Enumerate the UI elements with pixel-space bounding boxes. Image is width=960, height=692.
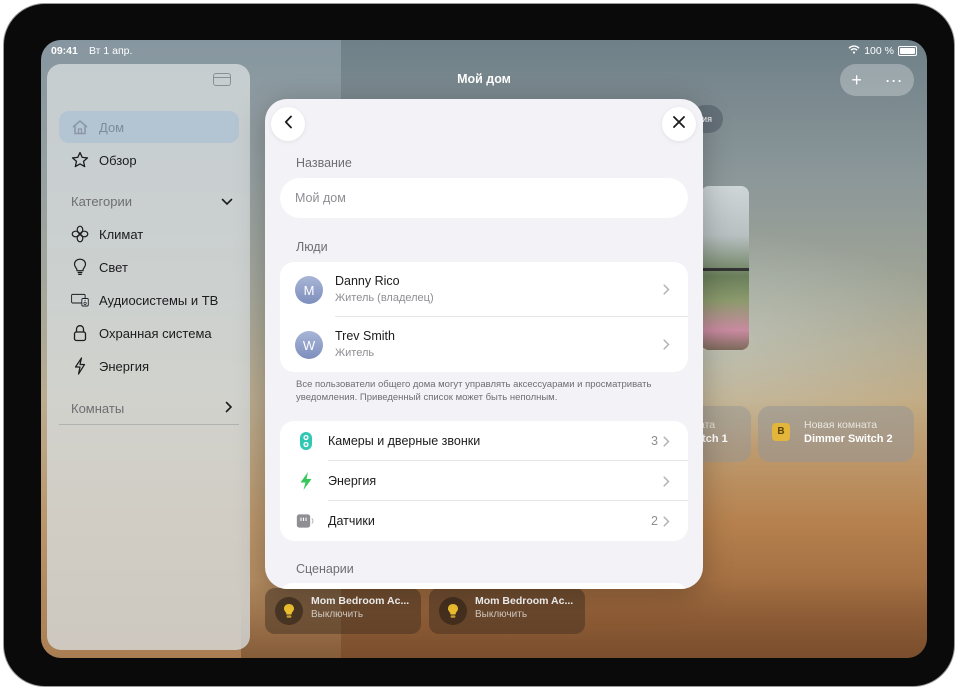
sidebar-item-label: Охранная система — [99, 325, 212, 341]
sidebar-item-label: Аудиосистемы и ТВ — [99, 292, 219, 308]
scenarios-section-header: Сценарии — [296, 562, 354, 576]
people-footnote: Все пользователи общего дома могут управ… — [296, 379, 652, 403]
sidebar-item-label: Обзор — [99, 152, 137, 168]
bolt-icon — [296, 471, 316, 491]
tile-name: Dimmer Switch 2 — [804, 433, 893, 445]
back-button[interactable] — [271, 107, 305, 141]
tile-state: Выключить — [475, 609, 528, 620]
sidebar-item-climate[interactable]: Климат — [59, 218, 239, 250]
lock-icon — [71, 324, 89, 342]
home-settings-sheet: Название Люди M Danny Rico Житель (владе… — [265, 99, 703, 589]
categories-section-header[interactable]: Категории — [71, 194, 233, 209]
person-name: Trev Smith — [335, 329, 395, 343]
tile-name: itch 1 — [699, 433, 728, 445]
sidebar-item-label: Энергия — [99, 358, 150, 374]
lightbulb-icon — [71, 258, 89, 276]
people-list: M Danny Rico Житель (владелец) W Trev Sm… — [280, 262, 688, 372]
sidebar-item-audio-tv[interactable]: Аудиосистемы и ТВ — [59, 284, 239, 316]
sidebar: Дом Обзор Категории Климат Свет Аудиосис… — [47, 64, 250, 650]
person-row[interactable]: M Danny Rico Житель (владелец) — [280, 262, 688, 317]
scenarios-list-edge — [280, 583, 688, 589]
sensor-icon — [296, 511, 316, 531]
sidebar-item-security[interactable]: Охранная система — [59, 317, 239, 349]
battery-percent: 100 % — [864, 45, 894, 57]
tile-state: Выключить — [311, 609, 364, 620]
sidebar-divider — [59, 424, 239, 425]
star-icon — [71, 151, 89, 169]
chevron-down-icon — [221, 194, 233, 209]
fan-icon — [71, 225, 89, 243]
camera-preview[interactable] — [701, 186, 749, 350]
chevron-left-icon — [284, 115, 293, 134]
sidebar-item-label: Дом — [99, 119, 125, 135]
status-date: Вт 1 апр. — [89, 45, 133, 57]
light-tile[interactable]: Mom Bedroom Ac... Выключить — [429, 588, 585, 634]
close-button[interactable] — [662, 107, 696, 141]
sidebar-item-energy[interactable]: Энергия — [59, 350, 239, 382]
people-section-header: Люди — [296, 240, 328, 254]
bolt-icon — [71, 357, 89, 375]
category-count: 2 — [651, 514, 658, 528]
status-right: 100 % — [848, 45, 917, 57]
sidebar-item-label: Свет — [99, 259, 128, 275]
sidebar-item-overview[interactable]: Обзор — [59, 144, 239, 176]
chevron-right-icon — [660, 284, 672, 296]
chevron-right-icon — [225, 401, 233, 416]
person-row[interactable]: W Trev Smith Житель — [280, 317, 688, 372]
more-icon[interactable]: ··· — [885, 70, 903, 91]
sidebar-item-label: Климат — [99, 226, 144, 242]
home-name-field[interactable] — [280, 178, 688, 218]
sidebar-item-home[interactable]: Дом — [59, 111, 239, 143]
tile-name: Mom Bedroom Ac... — [311, 595, 410, 607]
sidebar-item-light[interactable]: Свет — [59, 251, 239, 283]
rooms-section-header[interactable]: Комнаты — [71, 401, 233, 416]
dimmer-icon: B — [772, 423, 790, 441]
tile-name: Mom Bedroom Ac... — [475, 595, 574, 607]
battery-icon — [898, 46, 917, 56]
avatar: W — [295, 331, 323, 359]
person-role: Житель — [335, 347, 375, 359]
category-count: 3 — [651, 434, 658, 448]
category-row-sensors[interactable]: Датчики 2 — [280, 501, 688, 541]
lightbulb-icon — [275, 597, 303, 625]
toolbar-pill: + ··· — [840, 64, 914, 96]
accessory-tile[interactable]: B Новая комната Dimmer Switch 2 — [758, 406, 914, 462]
status-time: 09:41 — [51, 45, 78, 57]
chevron-right-icon — [660, 475, 672, 487]
screen: 09:41 Вт 1 апр. 100 % Мой дом + ··· ия а… — [41, 40, 927, 658]
wifi-icon — [848, 45, 860, 57]
tv-speaker-icon — [71, 291, 89, 309]
person-role: Житель (владелец) — [335, 292, 434, 304]
chevron-right-icon — [660, 435, 672, 447]
tile-room: Новая комната — [804, 419, 878, 431]
category-row-cameras[interactable]: Камеры и дверные звонки 3 — [280, 421, 688, 461]
lightbulb-icon — [439, 597, 467, 625]
light-tile[interactable]: Mom Bedroom Ac... Выключить — [265, 588, 421, 634]
category-label: Камеры и дверные звонки — [328, 434, 481, 448]
add-icon[interactable]: + — [851, 70, 862, 91]
category-row-energy[interactable]: Энергия — [280, 461, 688, 501]
camera-doorbell-icon — [296, 431, 316, 451]
close-icon — [672, 115, 686, 134]
chevron-right-icon — [660, 515, 672, 527]
person-name: Danny Rico — [335, 274, 400, 288]
device-bezel: 09:41 Вт 1 апр. 100 % Мой дом + ··· ия а… — [3, 3, 955, 687]
sidebar-toggle-icon[interactable] — [213, 73, 231, 86]
chevron-right-icon — [660, 339, 672, 351]
categories-list: Камеры и дверные звонки 3 Энергия Датчик… — [280, 421, 688, 541]
section-label: Категории — [71, 194, 132, 209]
house-icon — [71, 118, 89, 136]
avatar: M — [295, 276, 323, 304]
category-label: Энергия — [328, 474, 377, 488]
name-section-header: Название — [296, 156, 352, 170]
section-label: Комнаты — [71, 401, 125, 416]
category-label: Датчики — [328, 514, 375, 528]
